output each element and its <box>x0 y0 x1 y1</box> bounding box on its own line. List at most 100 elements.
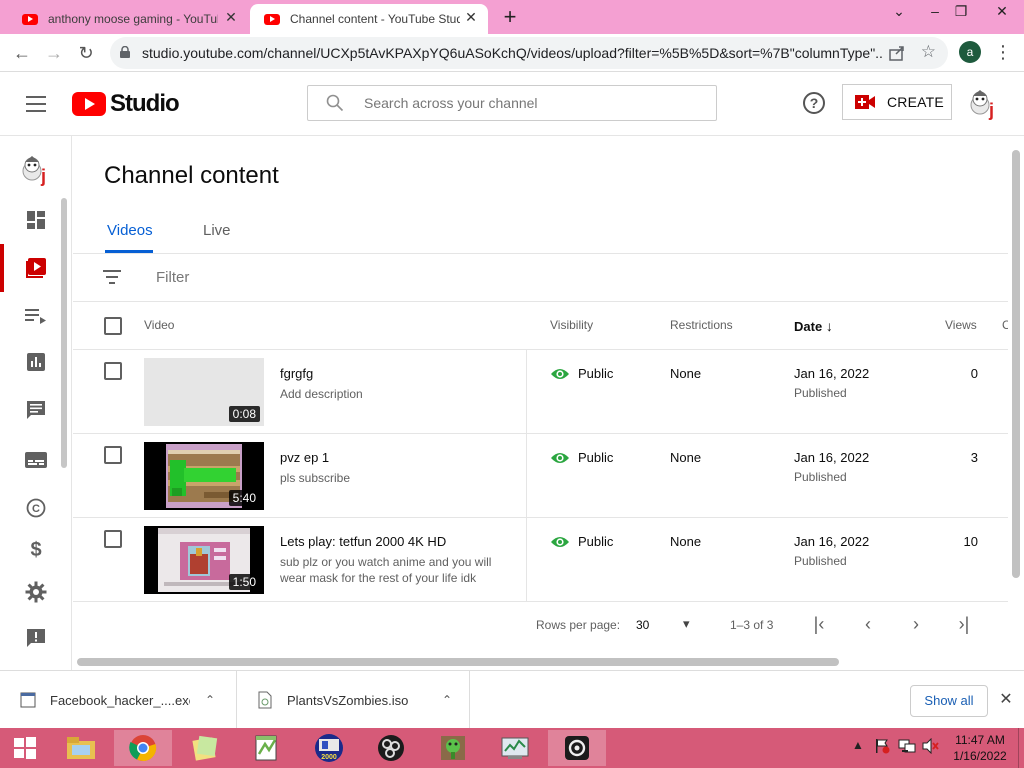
visibility-cell[interactable]: Public <box>550 534 613 549</box>
table-row[interactable]: 5:40 pvz ep 1 pls subscribe Public None … <box>73 434 1008 518</box>
chrome-icon[interactable] <box>114 730 172 766</box>
filter-bar[interactable]: Filter <box>73 254 1008 302</box>
settings-gear-icon[interactable] <box>24 580 48 604</box>
select-all-checkbox[interactable] <box>104 317 122 335</box>
video-thumbnail[interactable]: 5:40 <box>144 442 264 510</box>
browser-menu-icon[interactable]: ⋮ <box>994 41 1012 63</box>
browser-tab-studio[interactable]: Channel content - YouTube Studio ✕ <box>250 4 488 34</box>
first-page-icon[interactable]: |‹ <box>807 612 831 636</box>
tetfun-2000-icon[interactable]: 2000 <box>300 730 358 766</box>
content-icon[interactable] <box>24 256 48 280</box>
restrictions-value: None <box>670 534 702 549</box>
close-shelf-icon[interactable]: ✕ <box>996 689 1016 709</box>
views-count: 0 <box>970 366 978 381</box>
playlists-icon[interactable] <box>24 304 48 328</box>
dropdown-arrow-icon[interactable]: ▾ <box>683 616 690 632</box>
new-tab-icon[interactable]: + <box>498 6 522 28</box>
video-description[interactable]: Add description <box>280 386 510 402</box>
close-tab-icon[interactable]: ✕ <box>462 9 480 26</box>
channel-search[interactable] <box>307 85 717 121</box>
chevron-up-icon[interactable]: ⌃ <box>200 693 220 707</box>
video-duration: 5:40 <box>228 490 260 506</box>
studio-logo[interactable]: Studio <box>72 90 180 118</box>
publish-status: Published <box>794 470 847 484</box>
forward-icon[interactable]: → <box>42 41 66 65</box>
rows-per-page-select[interactable]: 30 <box>636 618 649 632</box>
exe-file-icon <box>20 692 36 708</box>
eye-icon <box>551 452 569 463</box>
url-omnibox[interactable]: studio.youtube.com/channel/UCXp5tAvKPAXp… <box>110 37 948 69</box>
download-item[interactable]: Facebook_hacker_....exe ⌃ <box>0 671 237 729</box>
back-icon[interactable]: ← <box>10 41 34 65</box>
sticky-notes-icon[interactable] <box>176 730 234 766</box>
row-checkbox[interactable] <box>104 362 122 380</box>
show-all-button[interactable]: Show all <box>910 685 988 717</box>
copyright-icon[interactable]: C <box>24 496 48 520</box>
column-date[interactable]: Date ↓ <box>794 318 833 334</box>
channel-avatar[interactable]: j <box>18 152 52 186</box>
network-icon[interactable] <box>898 738 916 757</box>
video-description[interactable]: sub plz or you watch anime and you will … <box>280 554 510 586</box>
vertical-scrollbar[interactable] <box>1008 136 1024 670</box>
next-page-icon[interactable]: › <box>904 612 928 636</box>
visibility-cell[interactable]: Public <box>550 450 613 465</box>
screen-recorder-icon[interactable] <box>548 730 606 766</box>
share-icon[interactable] <box>888 44 906 62</box>
subtitles-icon[interactable] <box>24 448 48 472</box>
reload-icon[interactable]: ↻ <box>74 41 98 65</box>
browser-tab-channel[interactable]: anthony moose gaming - YouTube ✕ <box>8 4 248 34</box>
show-hidden-icons-chevron-icon[interactable]: ▲ <box>852 738 864 752</box>
video-title[interactable]: Lets play: tetfun 2000 4K HD <box>280 534 446 549</box>
dashboard-icon[interactable] <box>24 208 48 232</box>
rail-scrollbar[interactable] <box>61 198 67 468</box>
create-button[interactable]: CREATE <box>842 84 952 120</box>
restore-icon[interactable]: ❐ <box>944 0 978 24</box>
show-desktop-button[interactable] <box>1018 728 1024 768</box>
help-icon[interactable]: ? <box>803 92 825 114</box>
tab-search-chevron-icon[interactable]: ⌄ <box>882 0 916 24</box>
table-row[interactable]: 1:50 Lets play: tetfun 2000 4K HD sub pl… <box>73 518 1008 602</box>
scrollbar-thumb[interactable] <box>1012 150 1020 578</box>
volume-muted-icon[interactable] <box>922 737 940 757</box>
previous-page-icon[interactable]: ‹ <box>856 612 880 636</box>
horizontal-scrollbar[interactable] <box>77 658 839 666</box>
comments-icon[interactable] <box>24 398 48 422</box>
row-checkbox[interactable] <box>104 446 122 464</box>
video-title[interactable]: pvz ep 1 <box>280 450 329 465</box>
hamburger-menu-icon[interactable] <box>26 96 46 112</box>
download-item[interactable]: PlantsVsZombies.iso ⌃ <box>237 671 470 729</box>
last-page-icon[interactable]: ›| <box>952 612 976 636</box>
chevron-up-icon[interactable]: ⌃ <box>437 693 457 707</box>
account-avatar[interactable]: j <box>966 86 1000 120</box>
column-visibility[interactable]: Visibility <box>550 318 593 332</box>
table-row[interactable]: 0:08 fgrgfg Add description Public None … <box>73 350 1008 434</box>
plants-vs-zombies-icon[interactable] <box>424 730 482 766</box>
column-views[interactable]: Views <box>945 318 977 332</box>
video-thumbnail[interactable]: 0:08 <box>144 358 264 426</box>
monetization-icon[interactable]: $ <box>24 540 48 560</box>
bookmark-star-icon[interactable]: ☆ <box>921 42 936 62</box>
column-restrictions[interactable]: Restrictions <box>670 318 733 332</box>
action-center-flag-icon[interactable] <box>874 738 890 757</box>
close-tab-icon[interactable]: ✕ <box>222 9 240 26</box>
row-checkbox[interactable] <box>104 530 122 548</box>
profile-avatar[interactable]: a <box>959 41 981 63</box>
filter-icon[interactable] <box>103 270 121 284</box>
filter-placeholder[interactable]: Filter <box>156 269 189 286</box>
window-close-icon[interactable]: ✕ <box>980 0 1024 24</box>
video-title[interactable]: fgrgfg <box>280 366 313 381</box>
notepad-plus-icon[interactable] <box>238 730 296 766</box>
video-description[interactable]: pls subscribe <box>280 470 510 486</box>
tab-live[interactable]: Live <box>203 222 231 239</box>
video-thumbnail[interactable]: 1:50 <box>144 526 264 594</box>
file-explorer-icon[interactable] <box>52 730 110 766</box>
analytics-icon[interactable] <box>24 350 48 374</box>
feedback-icon[interactable] <box>24 626 48 650</box>
task-manager-icon[interactable] <box>486 730 544 766</box>
obs-studio-icon[interactable] <box>362 730 420 766</box>
tab-videos[interactable]: Videos <box>107 222 153 239</box>
search-input[interactable] <box>364 92 704 114</box>
windows-start-icon[interactable] <box>0 730 50 766</box>
system-clock[interactable]: 11:47 AM 1/16/2022 <box>950 732 1010 764</box>
visibility-cell[interactable]: Public <box>550 366 613 381</box>
